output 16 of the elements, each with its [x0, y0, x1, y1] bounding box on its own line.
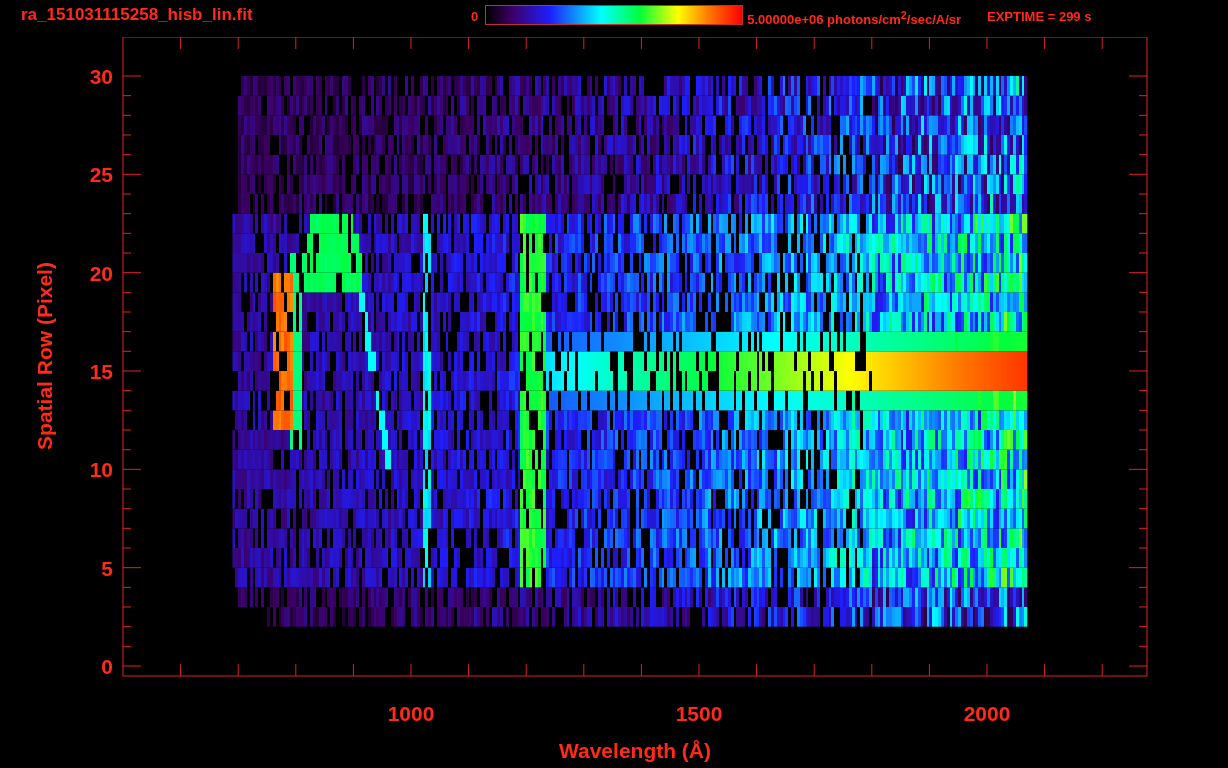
x-tick-label: 1000: [387, 702, 435, 725]
y-tick-label: 20: [89, 261, 113, 285]
y-tick-label: 15: [89, 360, 113, 383]
y-tick-label: 30: [89, 65, 113, 88]
y-axis-title: Spatial Row (Pixel): [33, 262, 56, 450]
colorbar-min-label: 0: [471, 9, 479, 24]
x-tick-label: 1500: [675, 702, 723, 725]
y-tick-label: 25: [89, 163, 113, 187]
y-tick-label: 0: [101, 655, 113, 678]
x-axis-title: Wavelength (Å): [558, 739, 712, 762]
file-title: ra_151031115258_hisb_lin.fit: [21, 5, 254, 25]
x-tick-label: 2000: [963, 702, 1011, 725]
y-tick-label: 10: [89, 458, 113, 482]
y-tick-label: 5: [101, 556, 113, 580]
exposure-time: EXPTIME = 299 s: [987, 9, 1092, 24]
colorbar-max-label: 5.00000e+06 photons/cm$^{2}$/sec/A/sr: [747, 9, 962, 28]
